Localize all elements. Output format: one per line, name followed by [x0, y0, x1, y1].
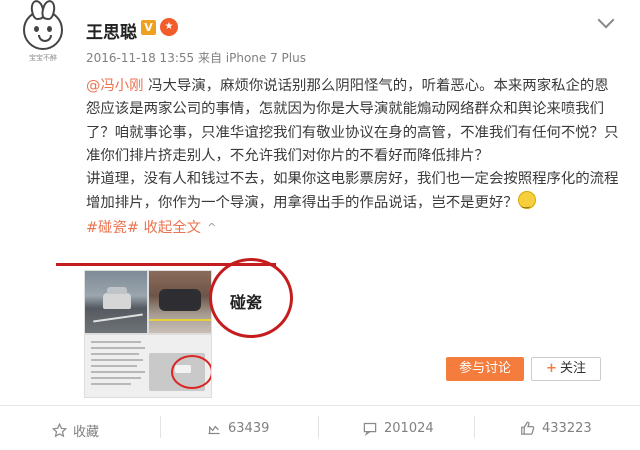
repost-count: 63439 [228, 421, 270, 436]
mention-link[interactable]: @冯小刚 [86, 78, 144, 94]
follow-label: 关注 [559, 361, 586, 376]
comment-icon [363, 422, 377, 436]
favorite-button[interactable]: 收藏 [52, 421, 99, 440]
repost-button[interactable]: 63439 [206, 421, 269, 436]
caret-up-icon[interactable]: ^ [207, 216, 216, 239]
follow-button[interactable]: + 关注 [531, 357, 601, 381]
red-circle-annotation [209, 258, 293, 338]
like-button[interactable]: 433223 [520, 421, 592, 436]
footer-separator [160, 416, 161, 438]
topic-link[interactable]: #碰瓷# [86, 220, 139, 236]
smile-emoji-icon [517, 191, 536, 216]
username[interactable]: 王思聪 [86, 18, 137, 43]
post-meta: 2016-11-18 13:55 来自 iPhone 7 Plus [86, 51, 306, 65]
post-image-1[interactable] [84, 270, 148, 334]
thumbs-up-icon [521, 421, 535, 435]
plus-icon: + [546, 361, 557, 376]
footer-separator [474, 416, 475, 438]
comment-count: 201024 [384, 421, 434, 436]
favorite-label: 收藏 [73, 425, 100, 440]
star-icon [52, 423, 67, 438]
post-image-3[interactable] [84, 334, 212, 398]
post-paragraph-2: 讲道理，没有人和钱过不去，如果你这电影票房好，我们也一定会按照程序化的流程增加排… [86, 171, 619, 212]
avatar-caption: 宝宝不醉 [29, 54, 57, 62]
join-discussion-button[interactable]: 参与讨论 [446, 357, 524, 381]
post-image-2[interactable] [148, 270, 212, 334]
footer-divider [0, 405, 640, 406]
medal-icon: ★ [160, 18, 178, 36]
chevron-down-icon[interactable] [597, 11, 615, 29]
post-body: @冯小刚 冯大导演，麻烦你说话别那么阴阳怪气的，听着恶心。本来两家私企的恩怨应该… [86, 75, 621, 240]
post-paragraph-1: 冯大导演，麻烦你说话别那么阴阳怪气的，听着恶心。本来两家私企的恩怨应该是两家公司… [86, 78, 619, 164]
comment-button[interactable]: 201024 [362, 421, 434, 436]
rabbit-avatar-icon [23, 0, 63, 50]
repost-icon [208, 425, 220, 435]
collapse-button[interactable]: 收起全文 [143, 220, 201, 236]
avatar[interactable]: 宝宝不醉 [18, 0, 68, 66]
footer-separator [318, 416, 319, 438]
like-count: 433223 [542, 421, 592, 436]
verified-badge-icon: V [141, 20, 156, 35]
